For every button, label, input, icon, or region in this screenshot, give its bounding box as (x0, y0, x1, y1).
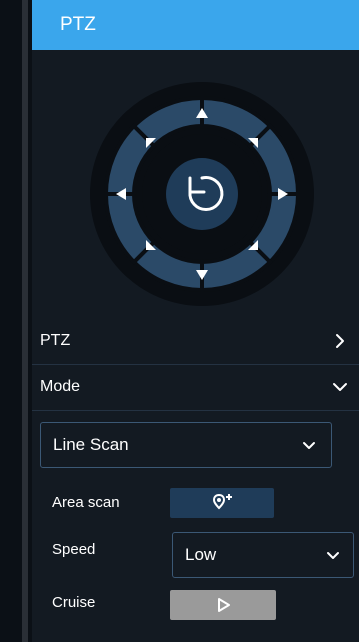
ptz-panel: PTZ PTZ Mode Line Scan Area scan Speed L… (32, 0, 359, 642)
chevron-down-icon (303, 442, 315, 449)
panel-title: PTZ (60, 14, 96, 35)
left-rail (0, 0, 32, 642)
panel-header: PTZ (32, 0, 359, 50)
chevron-right-icon (336, 334, 344, 348)
section-ptz[interactable]: PTZ (32, 320, 359, 365)
speed-select[interactable]: Low (172, 532, 354, 578)
section-mode-label: Mode (40, 378, 81, 395)
area-scan-label: Area scan (52, 494, 120, 511)
chevron-down-icon (333, 383, 347, 391)
area-scan-add-icon (212, 493, 232, 510)
speed-select-value: Low (185, 545, 217, 564)
speed-label: Speed (52, 541, 96, 558)
chevron-down-icon (327, 552, 339, 559)
play-icon (218, 598, 230, 612)
section-mode[interactable]: Mode (32, 366, 359, 411)
left-rail-strip (22, 0, 28, 642)
section-ptz-label: PTZ (40, 332, 71, 349)
ptz-wheel (90, 82, 314, 306)
cruise-play-button[interactable] (170, 590, 276, 620)
ptz-center-button[interactable] (166, 158, 238, 230)
mode-select[interactable]: Line Scan (40, 422, 332, 468)
cruise-label: Cruise (52, 594, 96, 611)
area-scan-button[interactable] (170, 488, 274, 518)
mode-select-value: Line Scan (53, 435, 129, 454)
